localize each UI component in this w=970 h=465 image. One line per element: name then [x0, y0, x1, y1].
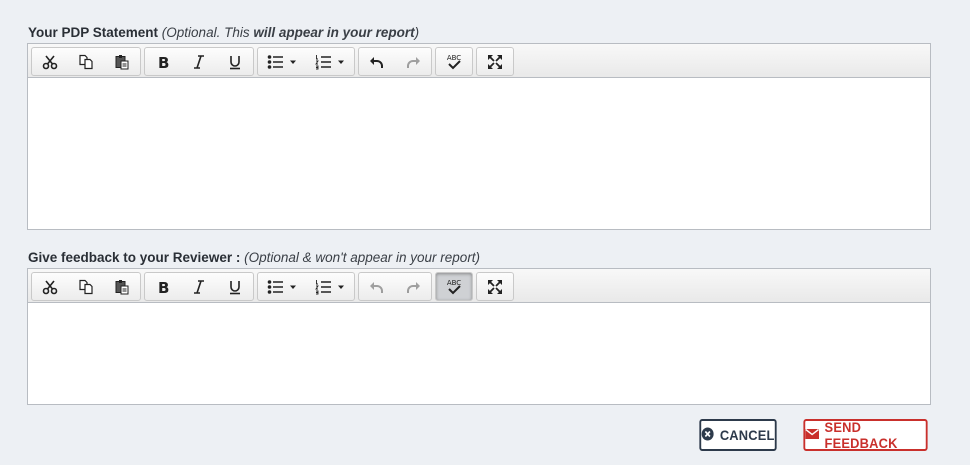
reviewer-label-main: Give feedback to your Reviewer :: [28, 250, 241, 265]
spellcheck-button[interactable]: ABC: [436, 273, 472, 300]
spellcheck-icon: ABC: [444, 278, 464, 296]
pdp-label-note: (Optional. This will appear in your repo…: [161, 25, 420, 40]
maximize-icon: [487, 54, 503, 70]
bulleted-list-icon: [267, 279, 297, 295]
send-feedback-button[interactable]: SEND FEEDBACK: [803, 419, 928, 451]
list-group: [257, 272, 355, 301]
numbered-list-icon: [315, 279, 345, 295]
redo-button[interactable]: [395, 48, 431, 75]
numbered-list-button[interactable]: [306, 273, 354, 300]
copy-button[interactable]: [68, 273, 104, 300]
cancel-button[interactable]: CANCEL: [699, 419, 777, 451]
redo-icon: [405, 54, 421, 70]
editor-toolbar: B ABC: [28, 44, 930, 78]
format-group: B: [144, 47, 254, 76]
redo-icon: [405, 279, 421, 295]
maximize-icon: [487, 279, 503, 295]
view-group: [476, 47, 514, 76]
underline-button[interactable]: [217, 48, 253, 75]
bold-icon: B: [155, 279, 171, 295]
underline-button[interactable]: [217, 273, 253, 300]
maximize-button[interactable]: [477, 273, 513, 300]
close-circle-icon: [701, 427, 714, 444]
pdp-statement-textarea[interactable]: [28, 78, 930, 229]
undo-icon: [369, 279, 385, 295]
paste-button[interactable]: [104, 48, 140, 75]
italic-icon: [191, 279, 207, 295]
bulleted-list-icon: [267, 54, 297, 70]
redo-button[interactable]: [395, 273, 431, 300]
reviewer-feedback-textarea[interactable]: [28, 303, 930, 404]
copy-button[interactable]: [68, 48, 104, 75]
pdp-statement-label: Your PDP Statement (Optional. This will …: [28, 25, 419, 40]
clipboard-group: [31, 47, 141, 76]
reviewer-feedback-label: Give feedback to your Reviewer : (Option…: [28, 250, 480, 265]
paste-icon: [114, 54, 130, 70]
bold-button[interactable]: B: [145, 48, 181, 75]
clipboard-group: [31, 272, 141, 301]
spellcheck-group: ABC: [435, 47, 473, 76]
paste-icon: [114, 279, 130, 295]
list-group: [257, 47, 355, 76]
reviewer-feedback-editor: B ABC: [27, 268, 931, 405]
italic-button[interactable]: [181, 48, 217, 75]
cut-icon: [42, 54, 58, 70]
bulleted-list-button[interactable]: [258, 48, 306, 75]
view-group: [476, 272, 514, 301]
maximize-button[interactable]: [477, 48, 513, 75]
spellcheck-icon: ABC: [444, 53, 464, 71]
spellcheck-button[interactable]: ABC: [436, 48, 472, 75]
history-group: [358, 47, 432, 76]
undo-button[interactable]: [359, 273, 395, 300]
undo-icon: [369, 54, 385, 70]
bold-button[interactable]: B: [145, 273, 181, 300]
underline-icon: [227, 279, 243, 295]
pdp-statement-editor: B ABC: [27, 43, 931, 230]
copy-icon: [78, 54, 94, 70]
underline-icon: [227, 54, 243, 70]
svg-text:B: B: [158, 279, 169, 295]
format-group: B: [144, 272, 254, 301]
pdp-label-main: Your PDP Statement: [28, 25, 159, 40]
editor-toolbar: B ABC: [28, 269, 930, 303]
numbered-list-icon: [315, 54, 345, 70]
copy-icon: [78, 279, 94, 295]
numbered-list-button[interactable]: [306, 48, 354, 75]
paste-button[interactable]: [104, 273, 140, 300]
reviewer-label-note: (Optional & won't appear in your report): [244, 250, 481, 265]
svg-text:B: B: [158, 54, 169, 70]
cancel-label: CANCEL: [719, 427, 775, 443]
cut-button[interactable]: [32, 273, 68, 300]
italic-button[interactable]: [181, 273, 217, 300]
cut-icon: [42, 279, 58, 295]
history-group: [358, 272, 432, 301]
italic-icon: [191, 54, 207, 70]
cut-button[interactable]: [32, 48, 68, 75]
send-feedback-label: SEND FEEDBACK: [824, 419, 898, 451]
undo-button[interactable]: [359, 48, 395, 75]
envelope-icon: [805, 427, 820, 443]
bold-icon: B: [155, 54, 171, 70]
bulleted-list-button[interactable]: [258, 273, 306, 300]
spellcheck-group: ABC: [435, 272, 473, 301]
